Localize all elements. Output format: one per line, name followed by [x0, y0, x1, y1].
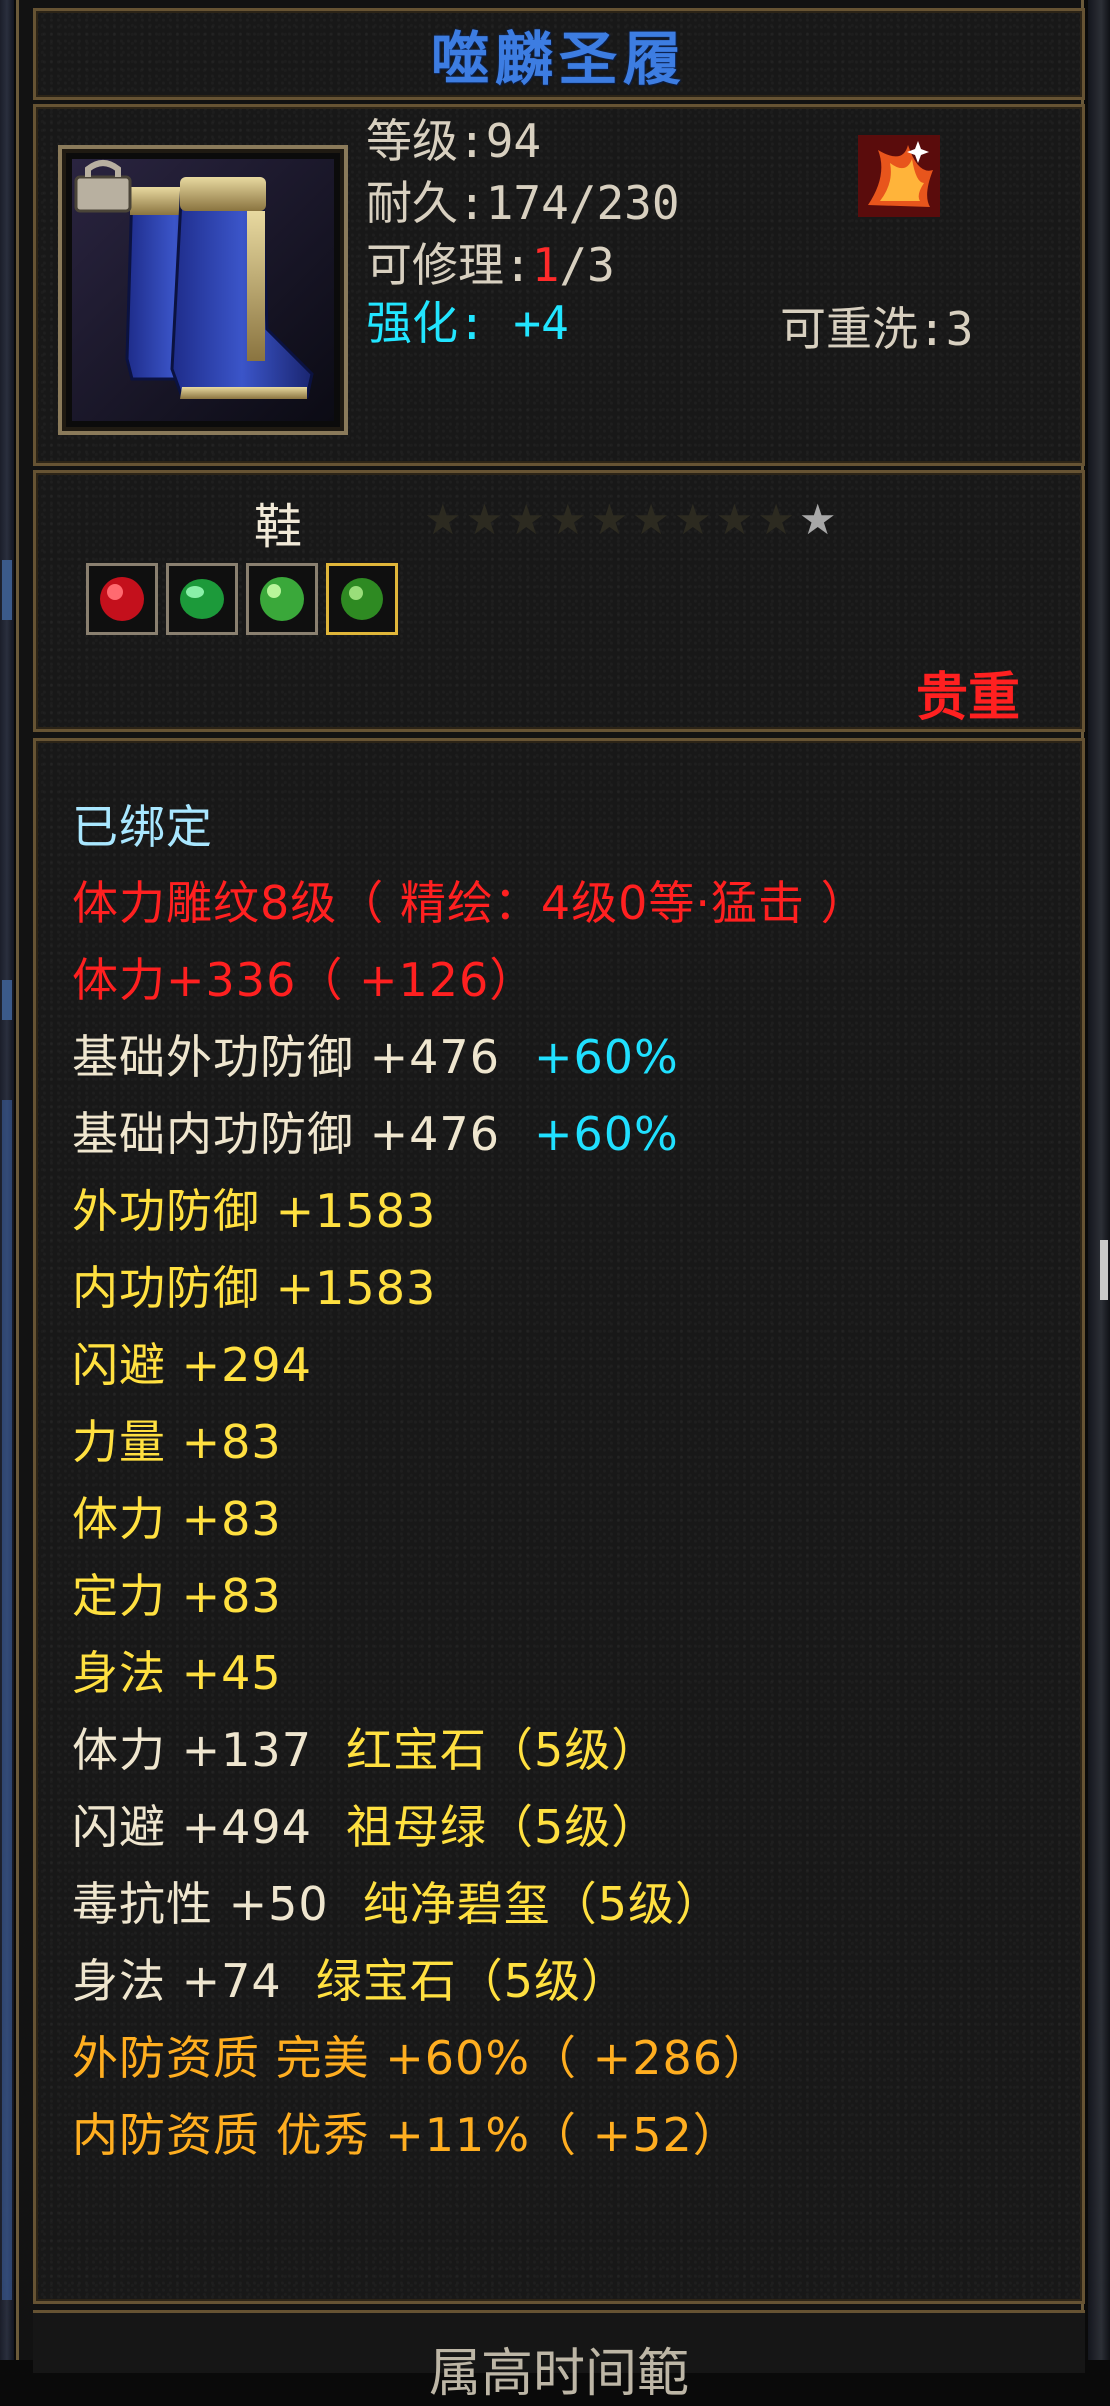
item-durability: 耐久:174/230 [366, 176, 680, 230]
stat-base-outer-def: 基础外功防御 +476 +60% [72, 1030, 679, 1084]
jade-gem-icon [260, 577, 304, 621]
gem-slot-emerald[interactable] [166, 563, 238, 635]
stat-outer-def: 外功防御 +1583 [72, 1184, 437, 1238]
stats-panel: 已绑定 体力雕纹8级（ 精绘：4级0等·猛击 ） 体力+336（ +126） 基… [33, 738, 1085, 2304]
gem-slot-green[interactable] [326, 563, 398, 635]
star-dim-icon: ★ [715, 495, 754, 544]
gem-slot-jade[interactable] [246, 563, 318, 635]
star-dim-icon: ★ [632, 495, 670, 544]
footer-text: 属高时间範 [428, 2344, 689, 2404]
item-rewash: 可重洗:3 [780, 302, 974, 356]
repair-label: 可修理: [366, 238, 532, 292]
left-background-strip [0, 0, 14, 2360]
item-info-panel: 等级:94 耐久:174/230 可修理:1/3 可重洗:3 强化: +4 [33, 104, 1085, 466]
item-repair: 可修理:1/3 [366, 229, 615, 295]
stat-gem-green: 身法 +74 绿宝石（5级） [72, 1954, 628, 2008]
gem-slots [86, 563, 398, 635]
star-rating: ★ ★ ★ ★ ★ ★ ★ ★ ★ ★ [424, 499, 837, 541]
stat-stamina: 体力 +83 [72, 1492, 282, 1546]
stat-inner-quality: 内防资质 优秀 +11%（ +52） [72, 2108, 740, 2162]
star-dim-icon: ★ [465, 495, 504, 544]
stat-strength: 力量 +83 [72, 1415, 282, 1469]
bound-lock-icon [74, 160, 132, 213]
stat-engraving: 体力雕纹8级（ 精绘：4级0等·猛击 ） [72, 876, 868, 930]
stat-focus: 定力 +83 [72, 1569, 282, 1623]
title-bar: 噬麟圣履 [33, 8, 1085, 100]
item-tooltip: 噬麟圣履 等级:94 耐久:174/230 可修理:1/3 可重洗:3 强化: … [16, 0, 1085, 2404]
repair-used: 1 [531, 238, 560, 292]
rarity-label: 贵重 [915, 668, 1020, 728]
star-dim-icon: ★ [757, 495, 795, 544]
emerald-gem-icon [180, 579, 224, 619]
stat-agility: 身法 +45 [72, 1646, 282, 1700]
stat-base-inner-def: 基础内功防御 +476 +60% [72, 1107, 679, 1161]
item-type-panel: 鞋 ★ ★ ★ ★ ★ ★ ★ ★ ★ ★ 贵重 [33, 470, 1085, 732]
stat-dodge: 闪避 +294 [72, 1338, 312, 1392]
bound-status: 已绑定 [72, 800, 213, 854]
star-dim-icon: ★ [590, 495, 629, 544]
item-icon[interactable] [58, 145, 348, 435]
ruby-gem-icon [100, 577, 144, 621]
right-background-strip [1088, 0, 1110, 2360]
repair-total: /3 [559, 238, 615, 292]
item-level: 等级:94 [366, 114, 542, 168]
star-lit-icon: ★ [798, 495, 837, 544]
item-enhance: 强化: +4 [366, 296, 569, 350]
stat-gem-tourmaline: 毒抗性 +50 纯净碧玺（5级） [72, 1877, 722, 1931]
gem-slot-ruby[interactable] [86, 563, 158, 635]
item-name: 噬麟圣履 [430, 25, 687, 93]
star-dim-icon: ★ [424, 495, 462, 544]
star-dim-icon: ★ [507, 495, 545, 544]
stat-gem-emerald: 闪避 +494 祖母绿（5级） [72, 1800, 659, 1854]
star-dim-icon: ★ [673, 495, 712, 544]
stat-outer-quality: 外防资质 完美 +60%（ +286） [72, 2031, 770, 2085]
item-type: 鞋 [254, 499, 303, 555]
stat-gem-ruby: 体力 +137 红宝石（5级） [72, 1723, 659, 1777]
footer-bar: 属高时间範 [33, 2310, 1085, 2404]
green-gem-icon [341, 578, 383, 620]
stat-inner-def: 内功防御 +1583 [72, 1261, 437, 1315]
stat-stamina-red: 体力+336（ +126） [72, 953, 537, 1007]
flame-skill-icon[interactable] [858, 135, 940, 217]
star-dim-icon: ★ [548, 495, 587, 544]
